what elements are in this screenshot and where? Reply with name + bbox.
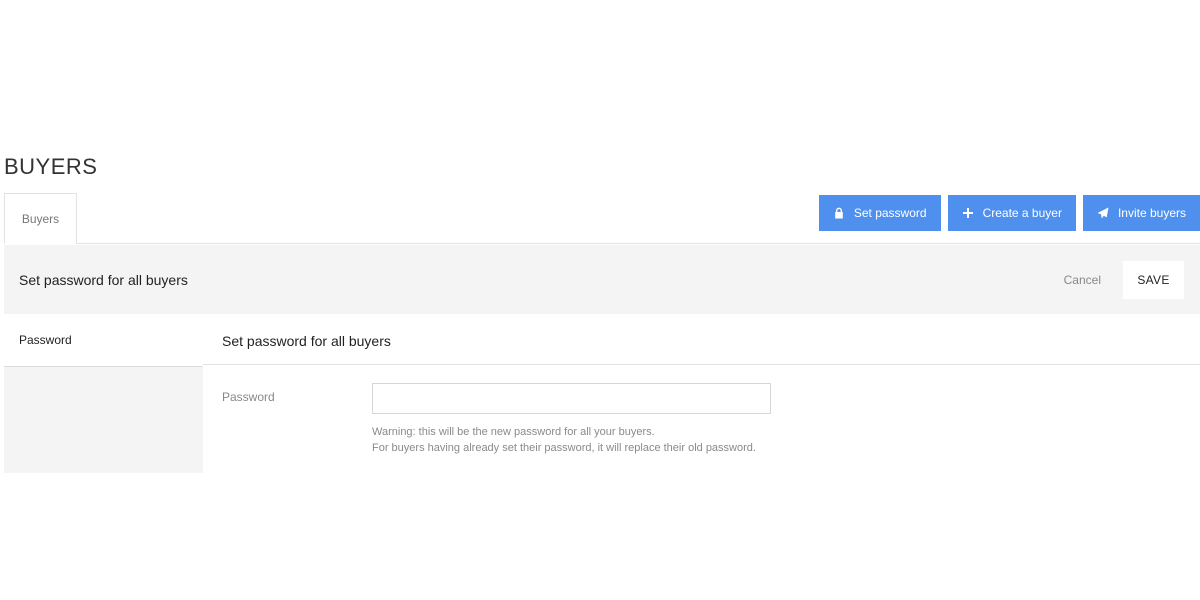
form-header: Set password for all buyers Cancel SAVE [4, 245, 1200, 314]
form-header-title: Set password for all buyers [19, 271, 188, 288]
create-buyer-button[interactable]: Create a buyer [947, 195, 1076, 231]
password-label: Password [222, 390, 275, 404]
plus-icon [962, 207, 974, 219]
create-buyer-label: Create a buyer [982, 206, 1062, 220]
password-hint-line-2: For buyers having already set their pass… [372, 442, 756, 454]
section-divider [203, 364, 1200, 365]
section-title: Set password for all buyers [222, 333, 391, 349]
tab-buyers[interactable]: Buyers [4, 193, 77, 244]
page-title: BUYERS [4, 154, 98, 179]
password-hint: Warning: this will be the new password f… [372, 424, 756, 456]
set-password-button[interactable]: Set password [818, 195, 941, 231]
side-nav: Password [4, 314, 203, 473]
set-password-label: Set password [853, 206, 927, 220]
password-hint-line-1: Warning: this will be the new password f… [372, 426, 655, 438]
action-buttons: Set password Create a buyer Invite buyer… [818, 195, 1200, 231]
password-input[interactable] [372, 383, 771, 414]
invite-buyers-label: Invite buyers [1117, 206, 1186, 220]
paper-plane-icon [1097, 207, 1109, 219]
side-nav-item-password[interactable]: Password [4, 314, 203, 367]
lock-icon [833, 207, 845, 219]
invite-buyers-button[interactable]: Invite buyers [1082, 195, 1200, 231]
save-button[interactable]: SAVE [1123, 260, 1184, 299]
cancel-button[interactable]: Cancel [1064, 273, 1101, 287]
